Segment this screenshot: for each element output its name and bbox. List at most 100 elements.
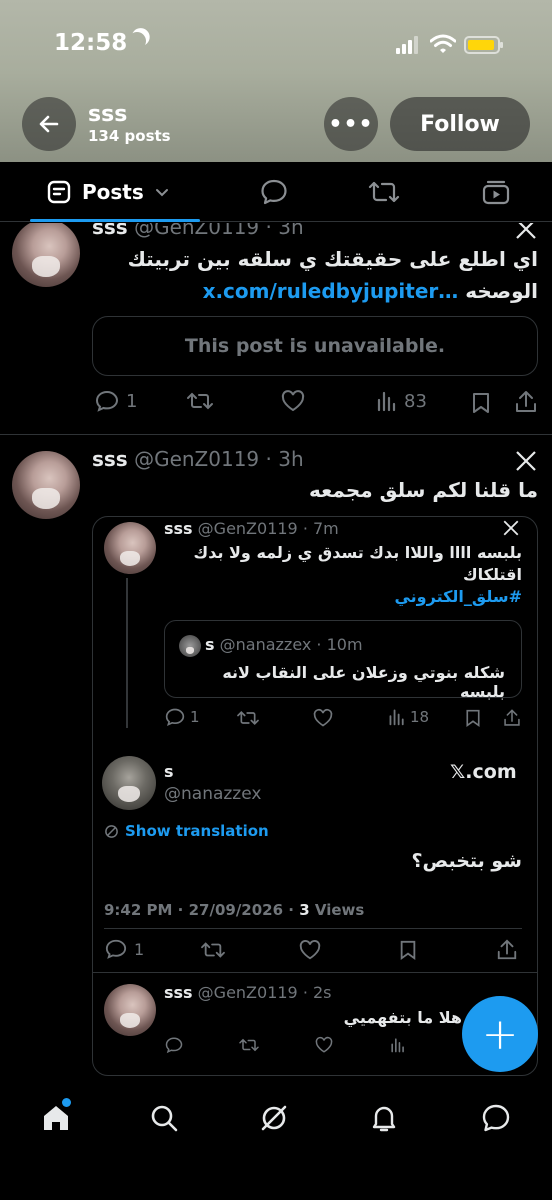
share-icon[interactable]: [496, 938, 518, 962]
post-text: اي اطلع على حقيقتك ي سلقه بين تربيتك الو…: [90, 243, 538, 307]
embed-author-name[interactable]: sss: [164, 519, 193, 538]
speech-bubble-icon: [261, 179, 287, 205]
chevron-down-icon: [155, 189, 168, 197]
follow-button[interactable]: Follow: [390, 97, 530, 151]
signal-icon: [396, 36, 420, 54]
reply-icon: [165, 708, 185, 727]
reply-button[interactable]: 1: [164, 707, 200, 727]
bookmark-icon[interactable]: [470, 391, 492, 415]
avatar[interactable]: [12, 223, 80, 287]
avatar[interactable]: [104, 522, 156, 574]
bookmark-icon[interactable]: [398, 939, 418, 961]
translate-icon: [105, 824, 118, 838]
status-time: 12:58: [54, 30, 128, 56]
post-1[interactable]: sss @GenZ0119 · 3h اي اطلع على حقيقتك ي …: [0, 223, 552, 435]
post-text-word: الوصخه: [465, 279, 538, 303]
views-button[interactable]: 83: [376, 389, 427, 413]
views-button[interactable]: 18: [388, 707, 429, 727]
x-logo-icon: [503, 520, 519, 536]
bar-chart-icon: [389, 709, 404, 726]
compose-button[interactable]: +: [462, 996, 538, 1072]
quote-handle: @nanazzex · 10m: [219, 635, 363, 654]
tab-reposts[interactable]: [366, 174, 402, 210]
reply-button[interactable]: 1: [94, 389, 137, 413]
repost-icon: [368, 181, 400, 203]
embed-text-line: بلبسه اااا واللاا بدك تسدق ي زلمه ولا بد…: [193, 543, 522, 562]
reply-icon: [105, 939, 127, 959]
repost-button[interactable]: [186, 389, 214, 413]
reply-button[interactable]: 1: [104, 938, 144, 960]
post-author-name[interactable]: sss: [92, 223, 128, 239]
x-com-source: 𝕏.com: [450, 761, 517, 783]
reply-icon[interactable]: [164, 1036, 184, 1054]
nav-notifications[interactable]: [364, 1098, 404, 1138]
post-text: ما قلنا لكم سلق مجمعه: [309, 478, 538, 502]
unavailable-text: This post is unavailable.: [184, 335, 446, 357]
reply-count: 1: [126, 390, 138, 412]
post-link[interactable]: x.com/ruledbyjupiter…: [203, 279, 459, 303]
quote-text: شكله بنوتي وزعلان على النقاب لانه بلبسه: [222, 663, 505, 701]
message-bubble-icon: [482, 1104, 510, 1132]
active-tab-indicator: [30, 219, 200, 222]
notification-dot: [62, 1098, 71, 1107]
bar-chart-icon: [377, 391, 396, 412]
more-options-button[interactable]: •••: [324, 97, 378, 151]
nav-messages[interactable]: [476, 1098, 516, 1138]
x-logo-icon: [516, 223, 536, 239]
hashtag-link[interactable]: #سلق_الكتروني: [164, 586, 522, 608]
avatar[interactable]: [12, 451, 80, 519]
embed-text-line: اقتلكاك: [463, 565, 522, 584]
nav-grok[interactable]: [254, 1098, 294, 1138]
embed-header: sss @GenZ0119 · 7m: [164, 519, 339, 538]
quote-card[interactable]: s @nanazzex · 10m شكله بنوتي وزعلان على …: [164, 620, 522, 701]
repost-icon[interactable]: [200, 939, 226, 961]
back-button[interactable]: [22, 97, 76, 151]
quote-header: s @nanazzex · 10m: [205, 635, 363, 654]
nav-search[interactable]: [144, 1098, 184, 1138]
arrow-left-icon: [39, 115, 59, 133]
avatar: [179, 635, 201, 657]
grok-icon: [261, 1105, 287, 1131]
show-translation-link[interactable]: Show translation: [104, 822, 269, 840]
repost-icon[interactable]: [238, 1036, 260, 1054]
reply-timestamp: 9:42 PM · 27/09/2026 · 3 Views: [104, 901, 364, 919]
tab-replies[interactable]: [256, 174, 292, 210]
views-count: 3: [299, 901, 310, 919]
video-icon: [482, 180, 510, 205]
show-translation-label: Show translation: [125, 822, 269, 840]
heart-icon[interactable]: [314, 1036, 334, 1054]
reply-icon: [95, 390, 119, 412]
profile-name: sss: [88, 102, 128, 127]
post-author-name[interactable]: sss: [92, 447, 128, 471]
heart-icon: [281, 390, 305, 412]
share-icon[interactable]: [514, 389, 538, 415]
embed-author-name[interactable]: sss: [164, 983, 193, 1002]
post-header: sss @GenZ0119 · 3h: [92, 223, 304, 239]
bar-chart-icon[interactable]: [390, 1036, 406, 1054]
embed-header: sss @GenZ0119 · 2s: [164, 983, 332, 1002]
bookmark-icon[interactable]: [464, 708, 482, 728]
divider: [0, 434, 552, 435]
avatar[interactable]: [102, 756, 156, 810]
reply-text: شو بتخبص؟: [411, 850, 523, 872]
embed-handle: @GenZ0119 · 2s: [197, 983, 332, 1002]
post-handle: @GenZ0119 · 3h: [134, 447, 304, 471]
post-header: sss @GenZ0119 · 3h: [92, 447, 304, 471]
tab-media[interactable]: [478, 174, 514, 210]
like-button[interactable]: [280, 389, 306, 413]
heart-icon[interactable]: [298, 939, 322, 961]
embed-text: هلا ما بتفهميي: [343, 1008, 462, 1027]
share-icon[interactable]: [502, 708, 522, 728]
x-logo-icon: [516, 451, 536, 471]
wifi-icon: [430, 34, 456, 53]
tab-posts[interactable]: Posts: [46, 176, 170, 208]
reply-count: 1: [190, 708, 200, 726]
heart-icon[interactable]: [312, 708, 334, 728]
views-count: 83: [404, 390, 427, 412]
repost-icon[interactable]: [236, 708, 260, 728]
search-icon: [151, 1105, 178, 1132]
divider: [93, 972, 537, 973]
avatar[interactable]: [104, 984, 156, 1036]
reply-author-name[interactable]: s: [164, 762, 174, 781]
quote-author-name: s: [205, 635, 215, 654]
